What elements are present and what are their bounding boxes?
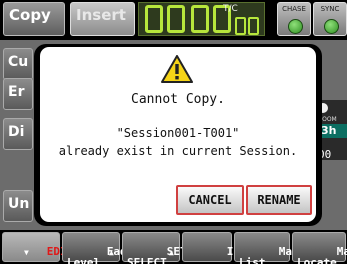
fade-level-button[interactable]: Fade/ Level ▲	[62, 232, 140, 264]
tc-label: T/C	[223, 4, 238, 14]
timecode-frame-digit	[248, 17, 259, 35]
insert-tab-label: Insert	[76, 6, 126, 24]
side-button-label: Un	[8, 196, 30, 212]
chase-label: CHASE	[282, 5, 306, 13]
side-button-undo[interactable]: Un	[3, 190, 33, 222]
dialog-message: already exist in current Session.	[58, 144, 298, 158]
mark-list-button[interactable]: Mark List	[234, 232, 305, 264]
dialog-filename: "Session001-T001"	[116, 126, 240, 140]
down-arrow-icon: ▼	[24, 248, 29, 257]
up-arrow-icon: ▲	[169, 248, 174, 257]
sync-led-icon	[324, 19, 339, 34]
dialog-title: Cannot Copy.	[131, 92, 225, 107]
chase-led-icon	[288, 19, 303, 34]
function-bar: EDIT ▼ Fade/ Level ▲ SET/ SELECT ▲ INFO …	[0, 230, 347, 264]
side-button-divide[interactable]: Di	[3, 118, 33, 150]
side-button-label: Cu	[8, 54, 29, 70]
warning-icon	[161, 55, 193, 83]
timecode-digit	[167, 5, 185, 33]
copy-tab-label: Copy	[9, 6, 51, 24]
side-button-cut[interactable]: Cu	[3, 48, 33, 80]
info-button[interactable]: INFO	[182, 232, 253, 262]
recorder-screen: Copy Insert T/C CHASE SYNC Cu Er Di Un Z…	[0, 0, 347, 264]
side-button-label: Di	[8, 124, 25, 140]
side-button-erase[interactable]: Er	[3, 78, 33, 110]
chase-button[interactable]: CHASE	[277, 2, 311, 36]
up-arrow-icon: ▲	[109, 248, 114, 257]
zoom-value: 3h	[318, 124, 347, 138]
copy-tab[interactable]: Copy	[3, 2, 65, 36]
edit-button[interactable]: EDIT ▼	[2, 232, 73, 262]
manual-locate-label: Manual Locate	[297, 245, 347, 264]
manual-locate-button[interactable]: Manual Locate	[292, 232, 347, 264]
timecode-digit	[145, 5, 163, 33]
side-button-label: Er	[8, 84, 25, 100]
timecode-digit	[191, 5, 209, 33]
cancel-button[interactable]: CANCEL	[176, 185, 244, 215]
top-bar: Copy Insert T/C CHASE SYNC	[0, 0, 347, 40]
sync-button[interactable]: SYNC	[313, 2, 347, 36]
rename-button[interactable]: RENAME	[246, 185, 312, 215]
set-select-button[interactable]: SET/ SELECT ▲	[122, 232, 193, 264]
insert-tab[interactable]: Insert	[70, 2, 135, 36]
timecode-display	[138, 2, 265, 36]
sync-label: SYNC	[320, 5, 340, 13]
timecode-frame-digit	[235, 17, 246, 35]
